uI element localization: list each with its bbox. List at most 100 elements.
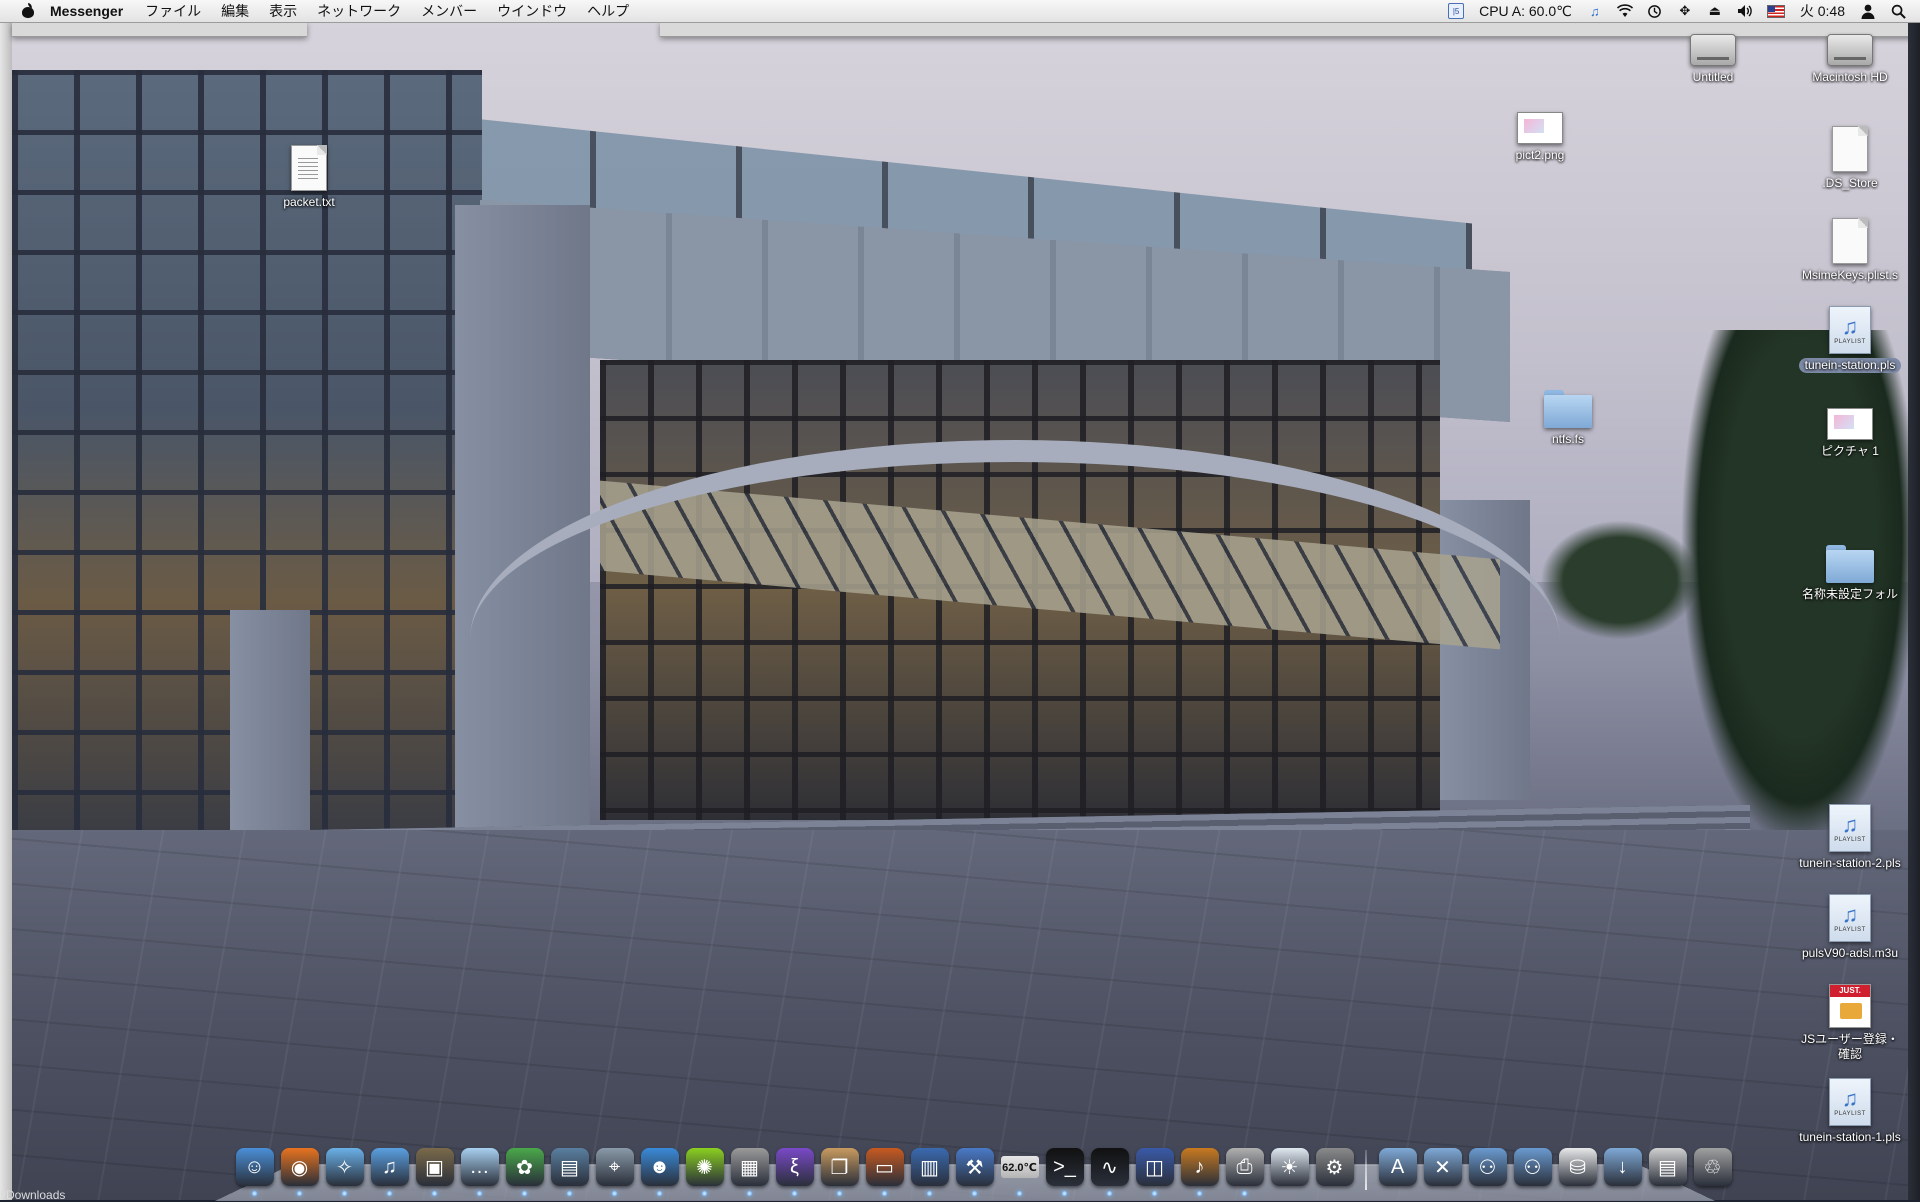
desktop-icon-pulsv90-adsl-m3u[interactable]: ♫ PLAYLIST pulsV90-adsl.m3u — [1790, 894, 1910, 961]
dock-item-iphoto[interactable]: ▣ — [414, 1144, 455, 1196]
dock-item-plant[interactable]: ✿ — [504, 1144, 545, 1196]
dock-item-zip-archive[interactable]: ⛁ — [1557, 1144, 1598, 1190]
dock-item-virtualbox[interactable]: ◫ — [1134, 1144, 1175, 1196]
desktop-icon-tunein-station-pls[interactable]: ♫ PLAYLIST tunein-station.pls — [1790, 306, 1910, 373]
user-icon[interactable] — [1860, 3, 1876, 19]
dock-item-activity-monitor[interactable]: ∿ — [1089, 1144, 1130, 1196]
image-file-icon — [1517, 112, 1563, 144]
wifi-icon[interactable] — [1616, 3, 1633, 19]
cpu-temperature[interactable]: CPU A: 60.0℃ — [1479, 3, 1572, 20]
downloads-folder-icon: ↓ — [1603, 1148, 1642, 1186]
dock-item-trash[interactable]: ♲ — [1692, 1144, 1733, 1190]
spotlight-search-icon[interactable] — [1890, 3, 1906, 19]
music-note-icon: ♫ — [1841, 812, 1859, 837]
dock-item-itunes[interactable]: ♫ — [369, 1144, 410, 1196]
desktop-icon-untitled-folder[interactable]: 名称未設定フォル — [1790, 545, 1910, 602]
desktop-icon-picture-1[interactable]: ピクチャ 1 — [1790, 408, 1910, 459]
virtualbox-icon: ◫ — [1135, 1148, 1174, 1186]
input-source-flag-icon[interactable] — [1766, 4, 1785, 18]
folder-icon — [1544, 390, 1592, 428]
desktop-icon-ds-store[interactable]: .DS_Store — [1790, 126, 1910, 191]
running-indicator — [1242, 1191, 1247, 1196]
dock-item-applications-folder[interactable]: A — [1377, 1144, 1418, 1190]
desktop-icon-ntfs-fs[interactable]: ntfs.fs — [1508, 390, 1628, 447]
dock-item-utilities-folder[interactable]: ✕ — [1422, 1144, 1463, 1190]
firefox-icon: ◉ — [280, 1148, 319, 1186]
desktop-icon-label: tunein-station-2.pls — [1799, 856, 1901, 870]
desktop-icon-label: tunein-station.pls — [1798, 358, 1902, 373]
running-indicator — [882, 1191, 887, 1196]
dock-item-network-users[interactable]: ⚇ — [1467, 1144, 1508, 1190]
folder-icon — [1826, 545, 1874, 583]
apple-menu-icon[interactable] — [20, 3, 38, 19]
dock-item-safari[interactable]: ✧ — [324, 1144, 365, 1196]
menu-file[interactable]: ファイル — [145, 1, 201, 21]
dock-item-terminal[interactable]: >_ — [1044, 1144, 1085, 1196]
desktop-icon-tunein-station-1-pls[interactable]: ♫ PLAYLIST tunein-station-1.pls — [1790, 1078, 1910, 1145]
dock-item-calculator[interactable]: ▦ — [729, 1144, 770, 1196]
app-menu[interactable]: Messenger — [50, 3, 123, 19]
desktop-icon-label: pict2.png — [1515, 148, 1565, 162]
desktop-icon-pict2-png[interactable]: pict2.png — [1480, 112, 1600, 163]
itunes-menu-icon[interactable]: ♫ — [1587, 3, 1603, 19]
dock-item-system-preferences[interactable]: ⚙ — [1314, 1144, 1355, 1190]
desktop-icon-js-registration[interactable]: JSユーザー登録・確認 — [1790, 984, 1910, 1062]
spaces-icon[interactable]: ✥ — [1677, 3, 1693, 19]
wallpaper-pillar — [230, 610, 310, 840]
background-window-edge[interactable] — [0, 22, 12, 1200]
dock-apps: ☺ ◉ ✧ ♫ ▣… ✿ ▤ ⌖ ☻ ✺ ▦ ξ ❐ ▭ ▥ ⚒ 62.0℃ >_ ∿ ◫ ♪ ⎙ ☀ ⚙ — [232, 1144, 1357, 1196]
desktop-icon-label: .DS_Store — [1822, 176, 1878, 190]
desktop-icon-untitled[interactable]: Untitled — [1653, 34, 1773, 85]
volume-icon[interactable] — [1737, 3, 1753, 19]
dock-item-emacs[interactable]: ξ — [774, 1144, 815, 1196]
music-note-icon: ♫ — [1841, 314, 1859, 339]
dock-item-lightbulb[interactable]: ☀ — [1269, 1144, 1310, 1190]
dock-item-network-users-2[interactable]: ⚇ — [1512, 1144, 1553, 1190]
preview-icon: ❐ — [820, 1148, 859, 1186]
dock-item-xcode[interactable]: ⚒ — [954, 1144, 995, 1196]
dock-item-firefox[interactable]: ◉ — [279, 1144, 320, 1196]
plugin-status-icon[interactable]: |5 — [1448, 3, 1465, 19]
dock-item-finder[interactable]: ☺ — [234, 1144, 275, 1196]
playlist-file-icon: ♫ PLAYLIST — [1829, 804, 1871, 852]
dock-item-garageband[interactable]: ♪ — [1179, 1144, 1220, 1196]
text-document-icon — [291, 145, 327, 191]
applications-folder-icon: A — [1378, 1148, 1417, 1186]
utilities-folder-icon: ✕ — [1423, 1148, 1462, 1186]
running-indicator — [1107, 1191, 1112, 1196]
dock-item-network-monitor[interactable]: ▤ — [549, 1144, 590, 1196]
dock-item-downloads-folder[interactable]: ↓ — [1602, 1144, 1643, 1190]
desktop-icon-macintosh-hd[interactable]: Macintosh HD — [1790, 34, 1910, 85]
dock-item-satellite[interactable]: ⌖ — [594, 1144, 635, 1196]
dock-item-keynote[interactable]: ▭ — [864, 1144, 905, 1196]
time-machine-icon[interactable] — [1647, 3, 1663, 19]
blank-document-icon — [1832, 218, 1868, 264]
dock-item-activity-chart[interactable]: ▥ — [909, 1144, 950, 1196]
menu-members[interactable]: メンバー — [421, 1, 477, 21]
playlist-file-icon: ♫ PLAYLIST — [1829, 306, 1871, 354]
background-window-edge[interactable] — [12, 22, 307, 37]
dock-item-document-stack[interactable]: ▤ — [1647, 1144, 1688, 1190]
music-note-icon: ♫ — [1841, 902, 1859, 927]
menu-help[interactable]: ヘルプ — [587, 1, 629, 21]
image-file-icon — [1827, 408, 1873, 440]
eject-icon[interactable]: ⏏ — [1707, 3, 1723, 19]
menu-window[interactable]: ウインドウ — [497, 1, 567, 21]
desktop-icon-msimekeys-plist[interactable]: MsimeKeys.plist.s — [1790, 218, 1910, 283]
dock-divider[interactable] — [1365, 1150, 1367, 1190]
dock-item-temperature-monitor[interactable]: 62.0℃ — [999, 1144, 1040, 1196]
menu-bar: Messenger ファイル 編集 表示 ネットワーク メンバー ウインドウ ヘ… — [0, 0, 1920, 23]
menu-edit[interactable]: 編集 — [221, 1, 249, 21]
dock-item-messages[interactable]: … — [459, 1144, 500, 1196]
desktop-icon-label: packet.txt — [283, 195, 335, 209]
dock-item-lime[interactable]: ✺ — [684, 1144, 725, 1196]
dock-item-printer[interactable]: ⎙ — [1224, 1144, 1265, 1196]
temperature-monitor-icon: 62.0℃ — [1000, 1156, 1039, 1178]
dock-item-buddy[interactable]: ☻ — [639, 1144, 680, 1196]
desktop-icon-packet-txt[interactable]: packet.txt — [249, 145, 369, 210]
menu-clock[interactable]: 火 0:48 — [1800, 1, 1845, 21]
menu-view[interactable]: 表示 — [269, 1, 297, 21]
dock-item-preview[interactable]: ❐ — [819, 1144, 860, 1196]
menu-network[interactable]: ネットワーク — [317, 1, 401, 21]
desktop-icon-tunein-station-2-pls[interactable]: ♫ PLAYLIST tunein-station-2.pls — [1790, 804, 1910, 871]
